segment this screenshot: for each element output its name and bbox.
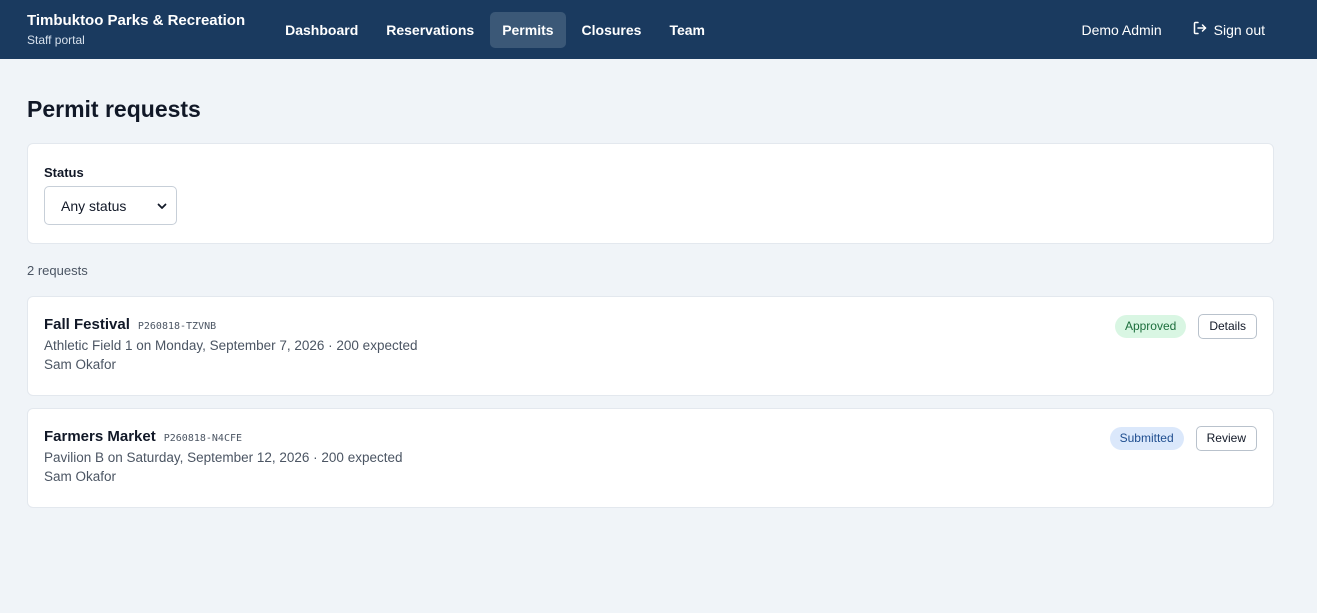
request-title: Farmers Market	[44, 428, 156, 445]
request-details: Athletic Field 1 on Monday, September 7,…	[44, 338, 418, 353]
request-card: Fall Festival P260818-TZVNB Athletic Fie…	[27, 296, 1274, 396]
request-owner: Sam Okafor	[44, 469, 117, 484]
request-owner: Sam Okafor	[44, 357, 117, 372]
status-filter-select[interactable]: Any status	[44, 186, 177, 225]
request-details: Pavilion B on Saturday, September 12, 20…	[44, 450, 403, 465]
nav-team[interactable]: Team	[657, 12, 717, 48]
request-title: Fall Festival	[44, 316, 130, 333]
status-badge: Submitted	[1109, 427, 1184, 450]
request-code: P260818-TZVNB	[137, 321, 217, 332]
brand-subtitle: Staff portal	[27, 32, 85, 47]
nav-permits[interactable]: Permits	[490, 11, 566, 48]
sign-out-label: Sign out	[1213, 21, 1265, 38]
results-count: 2 requests	[27, 263, 88, 278]
nav-closures[interactable]: Closures	[570, 12, 654, 48]
review-button[interactable]: Review	[1195, 426, 1257, 451]
main-content: Permit requests Status Any status 2 requ…	[0, 95, 1317, 508]
brand[interactable]: Timbuktoo Parks & Recreation Staff porta…	[27, 11, 245, 49]
status-filter-label: Status	[44, 165, 84, 180]
nav-dashboard[interactable]: Dashboard	[273, 12, 370, 48]
main-nav: Dashboard Reservations Permits Closures …	[273, 11, 717, 48]
brand-title: Timbuktoo Parks & Recreation	[27, 11, 246, 29]
filter-panel: Status Any status	[27, 143, 1274, 244]
chevron-down-icon	[157, 198, 167, 214]
details-button[interactable]: Details	[1198, 314, 1257, 339]
page-title: Permit requests	[27, 96, 201, 122]
status-badge: Approved	[1114, 315, 1187, 338]
status-filter-value: Any status	[61, 197, 127, 214]
sign-out-button[interactable]: Sign out	[1192, 20, 1265, 39]
request-card: Farmers Market P260818-N4CFE Pavilion B …	[27, 408, 1274, 508]
sign-out-icon	[1192, 20, 1208, 39]
top-nav-bar: Timbuktoo Parks & Recreation Staff porta…	[0, 0, 1317, 59]
current-user-name: Demo Admin	[1081, 21, 1162, 38]
request-code: P260818-N4CFE	[163, 433, 243, 444]
nav-reservations[interactable]: Reservations	[374, 12, 486, 48]
